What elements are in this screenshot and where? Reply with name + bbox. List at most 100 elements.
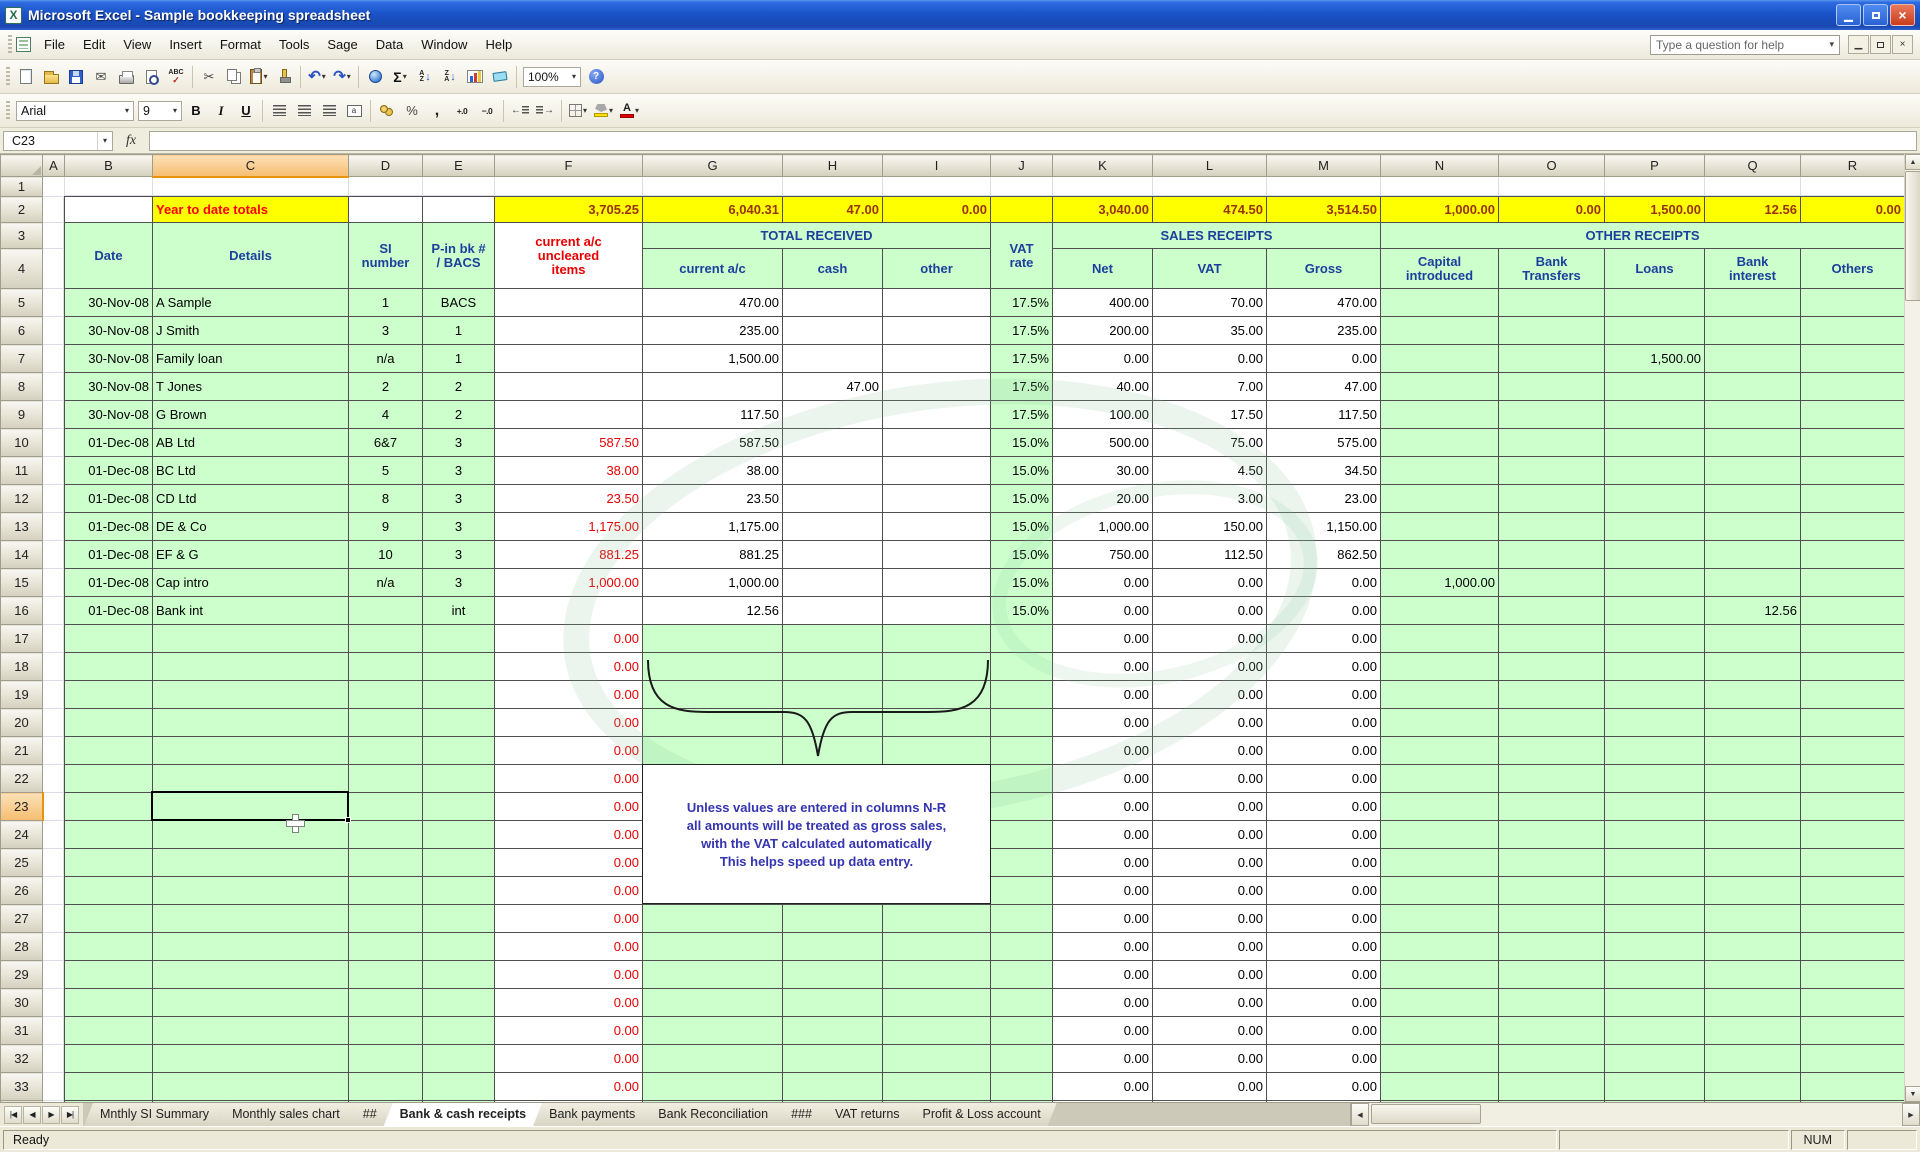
- cell-A24[interactable]: [43, 821, 65, 849]
- cell-R13[interactable]: [1801, 513, 1905, 541]
- tab-scroll-next-button[interactable]: ▶: [42, 1106, 60, 1124]
- tab-scroll-last-button[interactable]: ▶|: [61, 1106, 79, 1124]
- cell-A13[interactable]: [43, 513, 65, 541]
- cell-C32[interactable]: [153, 1045, 349, 1073]
- cell-L6[interactable]: 35.00: [1153, 317, 1267, 345]
- cell-O14[interactable]: [1499, 541, 1605, 569]
- cell-J1[interactable]: [991, 177, 1053, 197]
- cell-G2[interactable]: 6,040.31: [643, 197, 783, 223]
- cell-M34[interactable]: 0.00: [1267, 1101, 1381, 1103]
- cell-P28[interactable]: [1605, 933, 1705, 961]
- cell-R23[interactable]: [1801, 793, 1905, 821]
- cell-C13[interactable]: DE & Co: [153, 513, 349, 541]
- cell-A15[interactable]: [43, 569, 65, 597]
- cell-L13[interactable]: 150.00: [1153, 513, 1267, 541]
- cell-C26[interactable]: [153, 877, 349, 905]
- cell-B5[interactable]: 30-Nov-08: [65, 289, 153, 317]
- horizontal-scroll-thumb[interactable]: [1371, 1104, 1481, 1124]
- sheet-tab-profit-loss-account[interactable]: Profit & Loss account: [907, 1103, 1057, 1126]
- cell-B7[interactable]: 30-Nov-08: [65, 345, 153, 373]
- cell-Q28[interactable]: [1705, 933, 1801, 961]
- cell-M21[interactable]: 0.00: [1267, 737, 1381, 765]
- sort-ascending-button[interactable]: AZ↓: [413, 65, 437, 89]
- cell-Q34[interactable]: [1705, 1101, 1801, 1103]
- cell-J16[interactable]: 15.0%: [991, 597, 1053, 625]
- cell-L23[interactable]: 0.00: [1153, 793, 1267, 821]
- row-header-7[interactable]: 7: [1, 345, 43, 373]
- cell-C17[interactable]: [153, 625, 349, 653]
- cell-D27[interactable]: [349, 905, 423, 933]
- cell-P31[interactable]: [1605, 1017, 1705, 1045]
- cell-O6[interactable]: [1499, 317, 1605, 345]
- cell-Q21[interactable]: [1705, 737, 1801, 765]
- cell-M18[interactable]: 0.00: [1267, 653, 1381, 681]
- cell-F29[interactable]: 0.00: [495, 961, 643, 989]
- tab-scroll-first-button[interactable]: |◀: [4, 1106, 22, 1124]
- cell-K31[interactable]: 0.00: [1053, 1017, 1153, 1045]
- menu-tools[interactable]: Tools: [270, 32, 318, 57]
- cell-D34[interactable]: [349, 1101, 423, 1103]
- cell-O30[interactable]: [1499, 989, 1605, 1017]
- cell-L9[interactable]: 17.50: [1153, 401, 1267, 429]
- cell-E5[interactable]: BACS: [423, 289, 495, 317]
- cell-L26[interactable]: 0.00: [1153, 877, 1267, 905]
- row-header-9[interactable]: 9: [1, 401, 43, 429]
- cell-K23[interactable]: 0.00: [1053, 793, 1153, 821]
- row-header-5[interactable]: 5: [1, 289, 43, 317]
- cell-G4-header[interactable]: current a/c: [643, 249, 783, 289]
- sheet-tab-tab[interactable]: ###: [775, 1103, 828, 1126]
- cell-K1[interactable]: [1053, 177, 1153, 197]
- cell-C30[interactable]: [153, 989, 349, 1017]
- cell-L31[interactable]: 0.00: [1153, 1017, 1267, 1045]
- cell-I30[interactable]: [883, 989, 991, 1017]
- cell-M26[interactable]: 0.00: [1267, 877, 1381, 905]
- cell-L2[interactable]: 474.50: [1153, 197, 1267, 223]
- cell-R34[interactable]: [1801, 1101, 1905, 1103]
- menu-window[interactable]: Window: [412, 32, 476, 57]
- cell-A16[interactable]: [43, 597, 65, 625]
- spelling-button[interactable]: ABC✓: [164, 65, 188, 89]
- cell-B32[interactable]: [65, 1045, 153, 1073]
- cell-R15[interactable]: [1801, 569, 1905, 597]
- cell-H6[interactable]: [783, 317, 883, 345]
- cell-P5[interactable]: [1605, 289, 1705, 317]
- cell-G30[interactable]: [643, 989, 783, 1017]
- cell-D7[interactable]: n/a: [349, 345, 423, 373]
- cell-B31[interactable]: [65, 1017, 153, 1045]
- cell-G29[interactable]: [643, 961, 783, 989]
- cell-E31[interactable]: [423, 1017, 495, 1045]
- cell-E29[interactable]: [423, 961, 495, 989]
- menu-view[interactable]: View: [114, 32, 160, 57]
- cell-P12[interactable]: [1605, 485, 1705, 513]
- cell-J22[interactable]: [991, 765, 1053, 793]
- formula-input[interactable]: [149, 131, 1917, 151]
- cell-R30[interactable]: [1801, 989, 1905, 1017]
- cell-C9[interactable]: G Brown: [153, 401, 349, 429]
- row-header-32[interactable]: 32: [1, 1045, 43, 1073]
- increase-indent-button[interactable]: →: [533, 99, 557, 123]
- cell-F18[interactable]: 0.00: [495, 653, 643, 681]
- cell-D1[interactable]: [349, 177, 423, 197]
- row-header-22[interactable]: 22: [1, 765, 43, 793]
- cell-O10[interactable]: [1499, 429, 1605, 457]
- cell-R14[interactable]: [1801, 541, 1905, 569]
- row-header-15[interactable]: 15: [1, 569, 43, 597]
- cell-O34[interactable]: [1499, 1101, 1605, 1103]
- cell-M15[interactable]: 0.00: [1267, 569, 1381, 597]
- row-header-12[interactable]: 12: [1, 485, 43, 513]
- row-header-8[interactable]: 8: [1, 373, 43, 401]
- cell-F21[interactable]: 0.00: [495, 737, 643, 765]
- cell-P15[interactable]: [1605, 569, 1705, 597]
- cell-G9[interactable]: 117.50: [643, 401, 783, 429]
- cell-L17[interactable]: 0.00: [1153, 625, 1267, 653]
- cell-N6[interactable]: [1381, 317, 1499, 345]
- row-header-13[interactable]: 13: [1, 513, 43, 541]
- cell-G13[interactable]: 1,175.00: [643, 513, 783, 541]
- cell-I27[interactable]: [883, 905, 991, 933]
- row-header-19[interactable]: 19: [1, 681, 43, 709]
- cell-P16[interactable]: [1605, 597, 1705, 625]
- cell-F28[interactable]: 0.00: [495, 933, 643, 961]
- cell-F5[interactable]: [495, 289, 643, 317]
- cell-O28[interactable]: [1499, 933, 1605, 961]
- align-right-button[interactable]: [317, 99, 341, 123]
